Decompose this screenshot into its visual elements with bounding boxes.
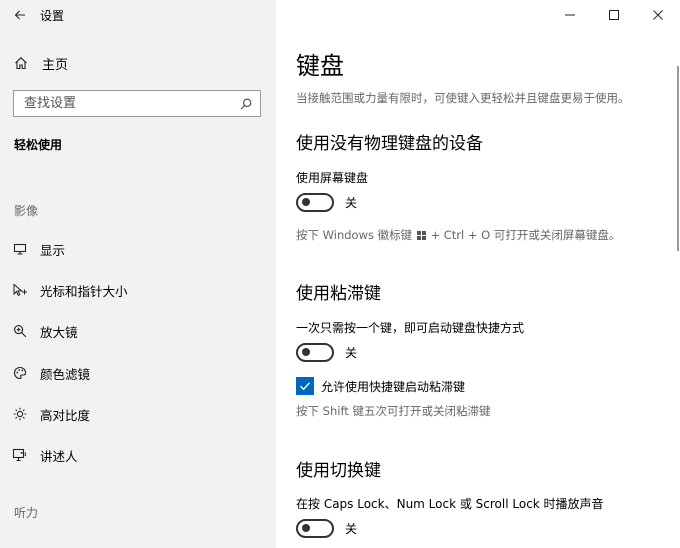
sticky-keys-toggle[interactable] (296, 342, 334, 362)
windows-logo-icon (416, 231, 426, 240)
close-icon (653, 10, 663, 20)
palette-icon (0, 366, 40, 380)
sticky-shortcut-row[interactable]: 允许使用快捷键启动粘滞键 (296, 376, 465, 396)
sidebar-item-home[interactable]: 主页 (0, 48, 276, 78)
brightness-icon (0, 407, 40, 421)
home-icon (0, 56, 42, 70)
sticky-shortcut-label: 允许使用快捷键启动粘滞键 (321, 379, 466, 394)
section-title: 轻松使用 (14, 138, 63, 152)
home-label: 主页 (42, 57, 69, 73)
sticky-keys-hint: 按下 Shift 键五次可打开或关闭粘滞键 (296, 404, 491, 418)
search-box[interactable] (13, 90, 261, 117)
display-icon (0, 242, 40, 256)
sidebar-item-label: 光标和指针大小 (40, 283, 128, 299)
onscreen-keyboard-label: 使用屏幕键盘 (296, 171, 369, 185)
window-controls (548, 0, 680, 30)
sidebar-item-high-contrast[interactable]: 高对比度 (0, 398, 276, 430)
toggle-keys-toggle-row: 关 (296, 518, 357, 538)
sidebar-item-label: 高对比度 (40, 407, 91, 423)
onscreen-keyboard-toggle[interactable] (296, 192, 334, 212)
section-heading-no-keyboard: 使用没有物理键盘的设备 (296, 134, 483, 154)
search-icon[interactable] (240, 98, 252, 110)
sidebar-item-label: 颜色滤镜 (40, 366, 91, 382)
sidebar-item-label: 显示 (40, 242, 66, 258)
onscreen-keyboard-state: 关 (345, 195, 358, 210)
sidebar-item-label: 讲述人 (40, 448, 78, 464)
close-button[interactable] (636, 0, 680, 30)
page-description: 当接触范围或力量有限时，可使键入更轻松并且键盘更易于使用。 (296, 91, 630, 105)
sidebar-item-label: 放大镜 (40, 324, 78, 340)
checkmark-icon (300, 382, 311, 391)
back-button[interactable] (0, 0, 40, 30)
search-input[interactable] (24, 96, 240, 111)
minimize-button[interactable] (548, 0, 592, 30)
sticky-keys-toggle-row: 关 (296, 342, 357, 362)
magnifier-icon (0, 324, 40, 338)
group-label-hearing: 听力 (14, 506, 39, 520)
sticky-shortcut-checkbox[interactable] (296, 377, 314, 395)
app-title: 设置 (40, 8, 65, 23)
toggle-knob (302, 198, 310, 206)
group-label-vision: 影像 (14, 204, 39, 218)
section-heading-sticky-keys: 使用粘滞键 (296, 284, 381, 304)
page-title: 键盘 (296, 52, 344, 80)
sidebar: 设置 主页 轻松使用 影像 显示 光标和指针大小 放大镜 (0, 0, 276, 548)
sidebar-item-pointer[interactable]: 光标和指针大小 (0, 274, 276, 306)
sidebar-item-display[interactable]: 显示 (0, 233, 276, 265)
sticky-keys-state: 关 (345, 345, 358, 360)
section-heading-toggle-keys: 使用切换键 (296, 461, 381, 481)
minimize-icon (565, 14, 575, 16)
sticky-keys-label: 一次只需按一个键，即可启动键盘快捷方式 (296, 321, 525, 335)
back-arrow-icon (14, 10, 25, 20)
onscreen-keyboard-hint: 按下 Windows 徽标键 + Ctrl + O 可打开或关闭屏幕键盘。 (296, 227, 620, 243)
scrollbar[interactable] (677, 66, 679, 251)
maximize-button[interactable] (592, 0, 636, 30)
sidebar-item-color-filters[interactable]: 颜色滤镜 (0, 357, 276, 389)
hint-text-start: 按下 Windows 徽标键 (296, 228, 413, 242)
main-panel: 键盘 当接触范围或力量有限时，可使键入更轻松并且键盘更易于使用。 使用没有物理键… (276, 0, 680, 548)
onscreen-keyboard-toggle-row: 关 (296, 192, 357, 212)
toggle-keys-toggle[interactable] (296, 518, 334, 538)
toggle-knob (302, 524, 310, 532)
narrator-icon (0, 448, 40, 462)
toggle-keys-label: 在按 Caps Lock、Num Lock 或 Scroll Lock 时播放声… (296, 497, 604, 511)
titlebar-left: 设置 (0, 0, 276, 30)
pointer-icon (0, 283, 40, 297)
toggle-knob (302, 348, 310, 356)
hint-text-end: + Ctrl + O 可打开或关闭屏幕键盘。 (430, 228, 621, 242)
maximize-icon (609, 10, 619, 20)
toggle-keys-state: 关 (345, 521, 358, 536)
sidebar-item-narrator[interactable]: 讲述人 (0, 439, 276, 471)
sidebar-item-magnifier[interactable]: 放大镜 (0, 315, 276, 347)
